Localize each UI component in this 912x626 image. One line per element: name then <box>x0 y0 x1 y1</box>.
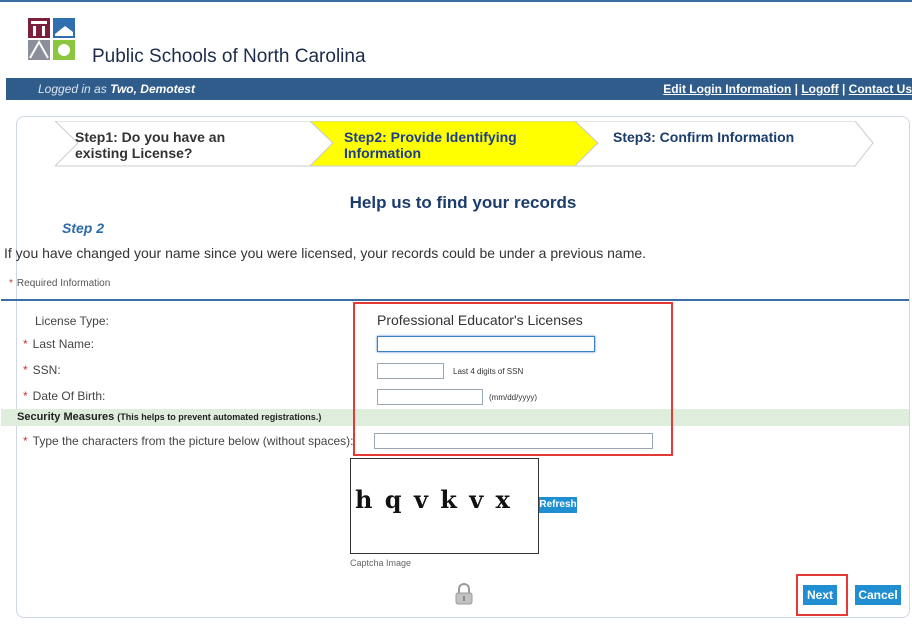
lock-icon <box>455 583 473 605</box>
ssn-label: SSN: <box>32 363 61 377</box>
security-text: Security Measures (This helps to prevent… <box>17 411 321 423</box>
captcha-label: Type the characters from the picture bel… <box>32 434 354 448</box>
dob-label: Date Of Birth: <box>32 389 106 403</box>
required-star: * <box>23 389 28 403</box>
top-border <box>0 0 912 2</box>
highlight-box-form <box>353 302 673 456</box>
wizard-step-1-line2: existing License? <box>75 145 193 161</box>
required-star: * <box>9 278 13 289</box>
dob-row-label: * Date Of Birth: <box>23 389 105 403</box>
wizard-step-3-line1: Step3: Confirm Information <box>613 129 795 145</box>
wizard-step-1: Step1: Do you have an existing License? <box>75 129 225 161</box>
required-star: * <box>23 434 28 448</box>
required-star: * <box>23 337 28 351</box>
header-links: Edit Login Information | Logoff | Contac… <box>663 82 912 96</box>
intro-text: If you have changed your name since you … <box>4 245 647 261</box>
wizard-step-2: Step2: Provide Identifying Information <box>344 129 517 161</box>
wizard-step-2-line1: Step2: Provide Identifying <box>344 129 517 145</box>
required-info: * Required Information <box>9 278 110 289</box>
highlight-box-next <box>796 574 848 616</box>
cancel-button[interactable]: Cancel <box>855 585 901 605</box>
last-name-row-label: * Last Name: <box>23 337 94 351</box>
required-star: * <box>23 363 28 377</box>
captcha-image: h q v k v x <box>350 458 539 554</box>
contact-us-link[interactable]: Contact Us <box>849 82 912 96</box>
step-label: Step 2 <box>62 220 105 236</box>
logged-in-prefix: Logged in as <box>38 82 111 96</box>
refresh-captcha-button[interactable]: Refresh <box>539 497 577 513</box>
captcha-caption: Captcha Image <box>350 558 412 568</box>
last-name-label: Last Name: <box>32 337 95 351</box>
captcha-row-label: * Type the characters from the picture be… <box>23 434 353 448</box>
wizard-step-2-line2: Information <box>344 145 421 161</box>
required-info-text: Required Information <box>16 278 111 289</box>
wizard-step-1-line1: Step1: Do you have an <box>75 129 226 145</box>
security-title: Security Measures <box>17 411 115 423</box>
nc-dpi-logo <box>28 18 75 60</box>
main-panel: Step1: Do you have an existing License? S… <box>1 116 910 618</box>
page-heading: Help us to find your records <box>349 193 577 212</box>
section-divider <box>1 299 909 301</box>
link-separator: | <box>791 82 802 96</box>
captcha-characters: h q v k v x <box>355 485 512 514</box>
wizard-step-3: Step3: Confirm Information <box>613 129 794 145</box>
security-note: (This helps to prevent automated registr… <box>117 412 322 422</box>
logged-in-text: Logged in as Two, Demotest <box>38 82 195 96</box>
edit-login-link[interactable]: Edit Login Information <box>663 82 791 96</box>
license-type-label: License Type: <box>35 314 109 328</box>
logoff-link[interactable]: Logoff <box>801 82 838 96</box>
ssn-row-label: * SSN: <box>23 363 61 377</box>
site-title: Public Schools of North Carolina <box>92 46 366 67</box>
user-bar: Logged in as Two, Demotest Edit Login In… <box>6 78 912 100</box>
logged-in-user: Two, Demotest <box>110 82 195 96</box>
link-separator: | <box>838 82 849 96</box>
